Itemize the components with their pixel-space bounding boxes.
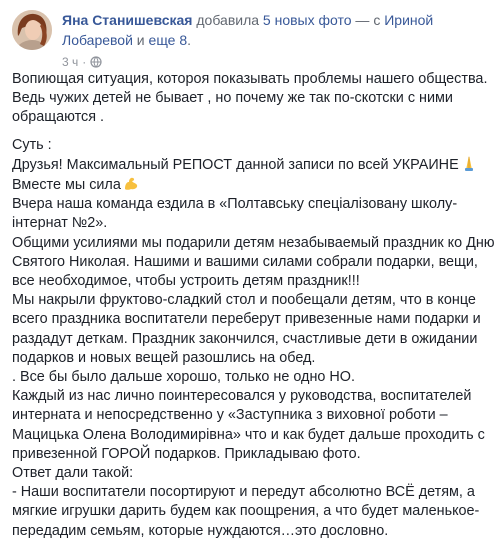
text-line: інтернат №2». xyxy=(12,215,108,232)
photos-link[interactable]: 5 новых фото xyxy=(263,12,352,28)
user-avatar-icon xyxy=(12,10,52,50)
with-text: — с xyxy=(351,12,385,28)
flexed-biceps-icon xyxy=(123,175,139,191)
post-paragraph-intro: Вопиющая ситуация, котороя показывать пр… xyxy=(12,70,500,128)
text-fragment: Друзья! Максимальный РЕПОСТ данной запис… xyxy=(12,156,459,173)
post-body: Вопиющая ситуация, котороя показывать пр… xyxy=(12,70,500,549)
text-line: Каждый из нас лично поинтересовался у ру… xyxy=(12,388,472,405)
globe-icon[interactable] xyxy=(90,56,102,68)
text-line: обращаются . xyxy=(12,109,104,126)
text-line: Ответ дали такой: xyxy=(12,465,134,482)
text-line: Общими усилиями мы подарили детям незабы… xyxy=(12,234,495,251)
text-line-with-emoji: Вместе мы сила xyxy=(12,175,500,195)
post-paragraph-main: Суть : Друзья! Максимальный РЕПОСТ данно… xyxy=(12,136,500,541)
text-line-with-emoji: Друзья! Максимальный РЕПОСТ данной запис… xyxy=(12,155,500,175)
text-line: Вчера наша команда ездила в «Полтавську … xyxy=(12,196,458,213)
facebook-post: Яна Станишевская добавила 5 новых фото —… xyxy=(0,0,503,539)
text-line: подарков и новых вещей разошлись на обед… xyxy=(12,349,316,366)
meta-separator: · xyxy=(82,55,87,69)
header-text: Яна Станишевская добавила 5 новых фото —… xyxy=(62,10,492,50)
text-line: мягкие игрушки дарить будем как поощрени… xyxy=(12,503,480,520)
text-line: интерната и непосредственно у «Заступник… xyxy=(12,407,448,424)
text-line: раздадут деткам. Праздник закончился, сч… xyxy=(12,330,478,347)
text-line: . Все бы было дальше хорошо, только не о… xyxy=(12,369,355,386)
post-header: Яна Станишевская добавила 5 новых фото —… xyxy=(12,10,492,70)
author-avatar[interactable] xyxy=(12,10,52,50)
post-time[interactable]: 3 ч xyxy=(62,54,78,70)
author-name[interactable]: Яна Станишевская xyxy=(62,12,192,28)
text-line: Мы накрыли фруктово-сладкий стол и пообе… xyxy=(12,292,476,309)
text-line: всего праздника воспитатели переберут пр… xyxy=(12,311,481,328)
text-line: Суть : xyxy=(12,136,52,153)
text-fragment: Вместе мы сила xyxy=(12,177,121,194)
text-line: - Наши воспитатели посортируют и передут… xyxy=(12,484,475,501)
and-text: и xyxy=(132,32,149,48)
action-text: добавила xyxy=(192,12,263,28)
text-line: Мацицька Олена Володимирівна» что и как … xyxy=(12,426,485,443)
others-link[interactable]: еще 8 xyxy=(149,32,188,48)
text-line: Святого Николая. Нашими и вашими силами … xyxy=(12,253,478,270)
text-line: все необходимое, чтобы устроить детям пр… xyxy=(12,273,360,290)
end-punct: . xyxy=(187,32,192,48)
text-line: Ведь чужих детей не бывает , но почему ж… xyxy=(12,90,453,107)
post-meta: 3 ч · xyxy=(62,54,102,70)
folded-hands-icon xyxy=(461,155,477,171)
text-line: передадим семьям, которые нуждаются…это … xyxy=(12,522,389,539)
text-line: Вопиющая ситуация, котороя показывать пр… xyxy=(12,71,488,87)
text-line: привезенной ГОРОЙ подарков. Прикладываю … xyxy=(12,445,361,462)
